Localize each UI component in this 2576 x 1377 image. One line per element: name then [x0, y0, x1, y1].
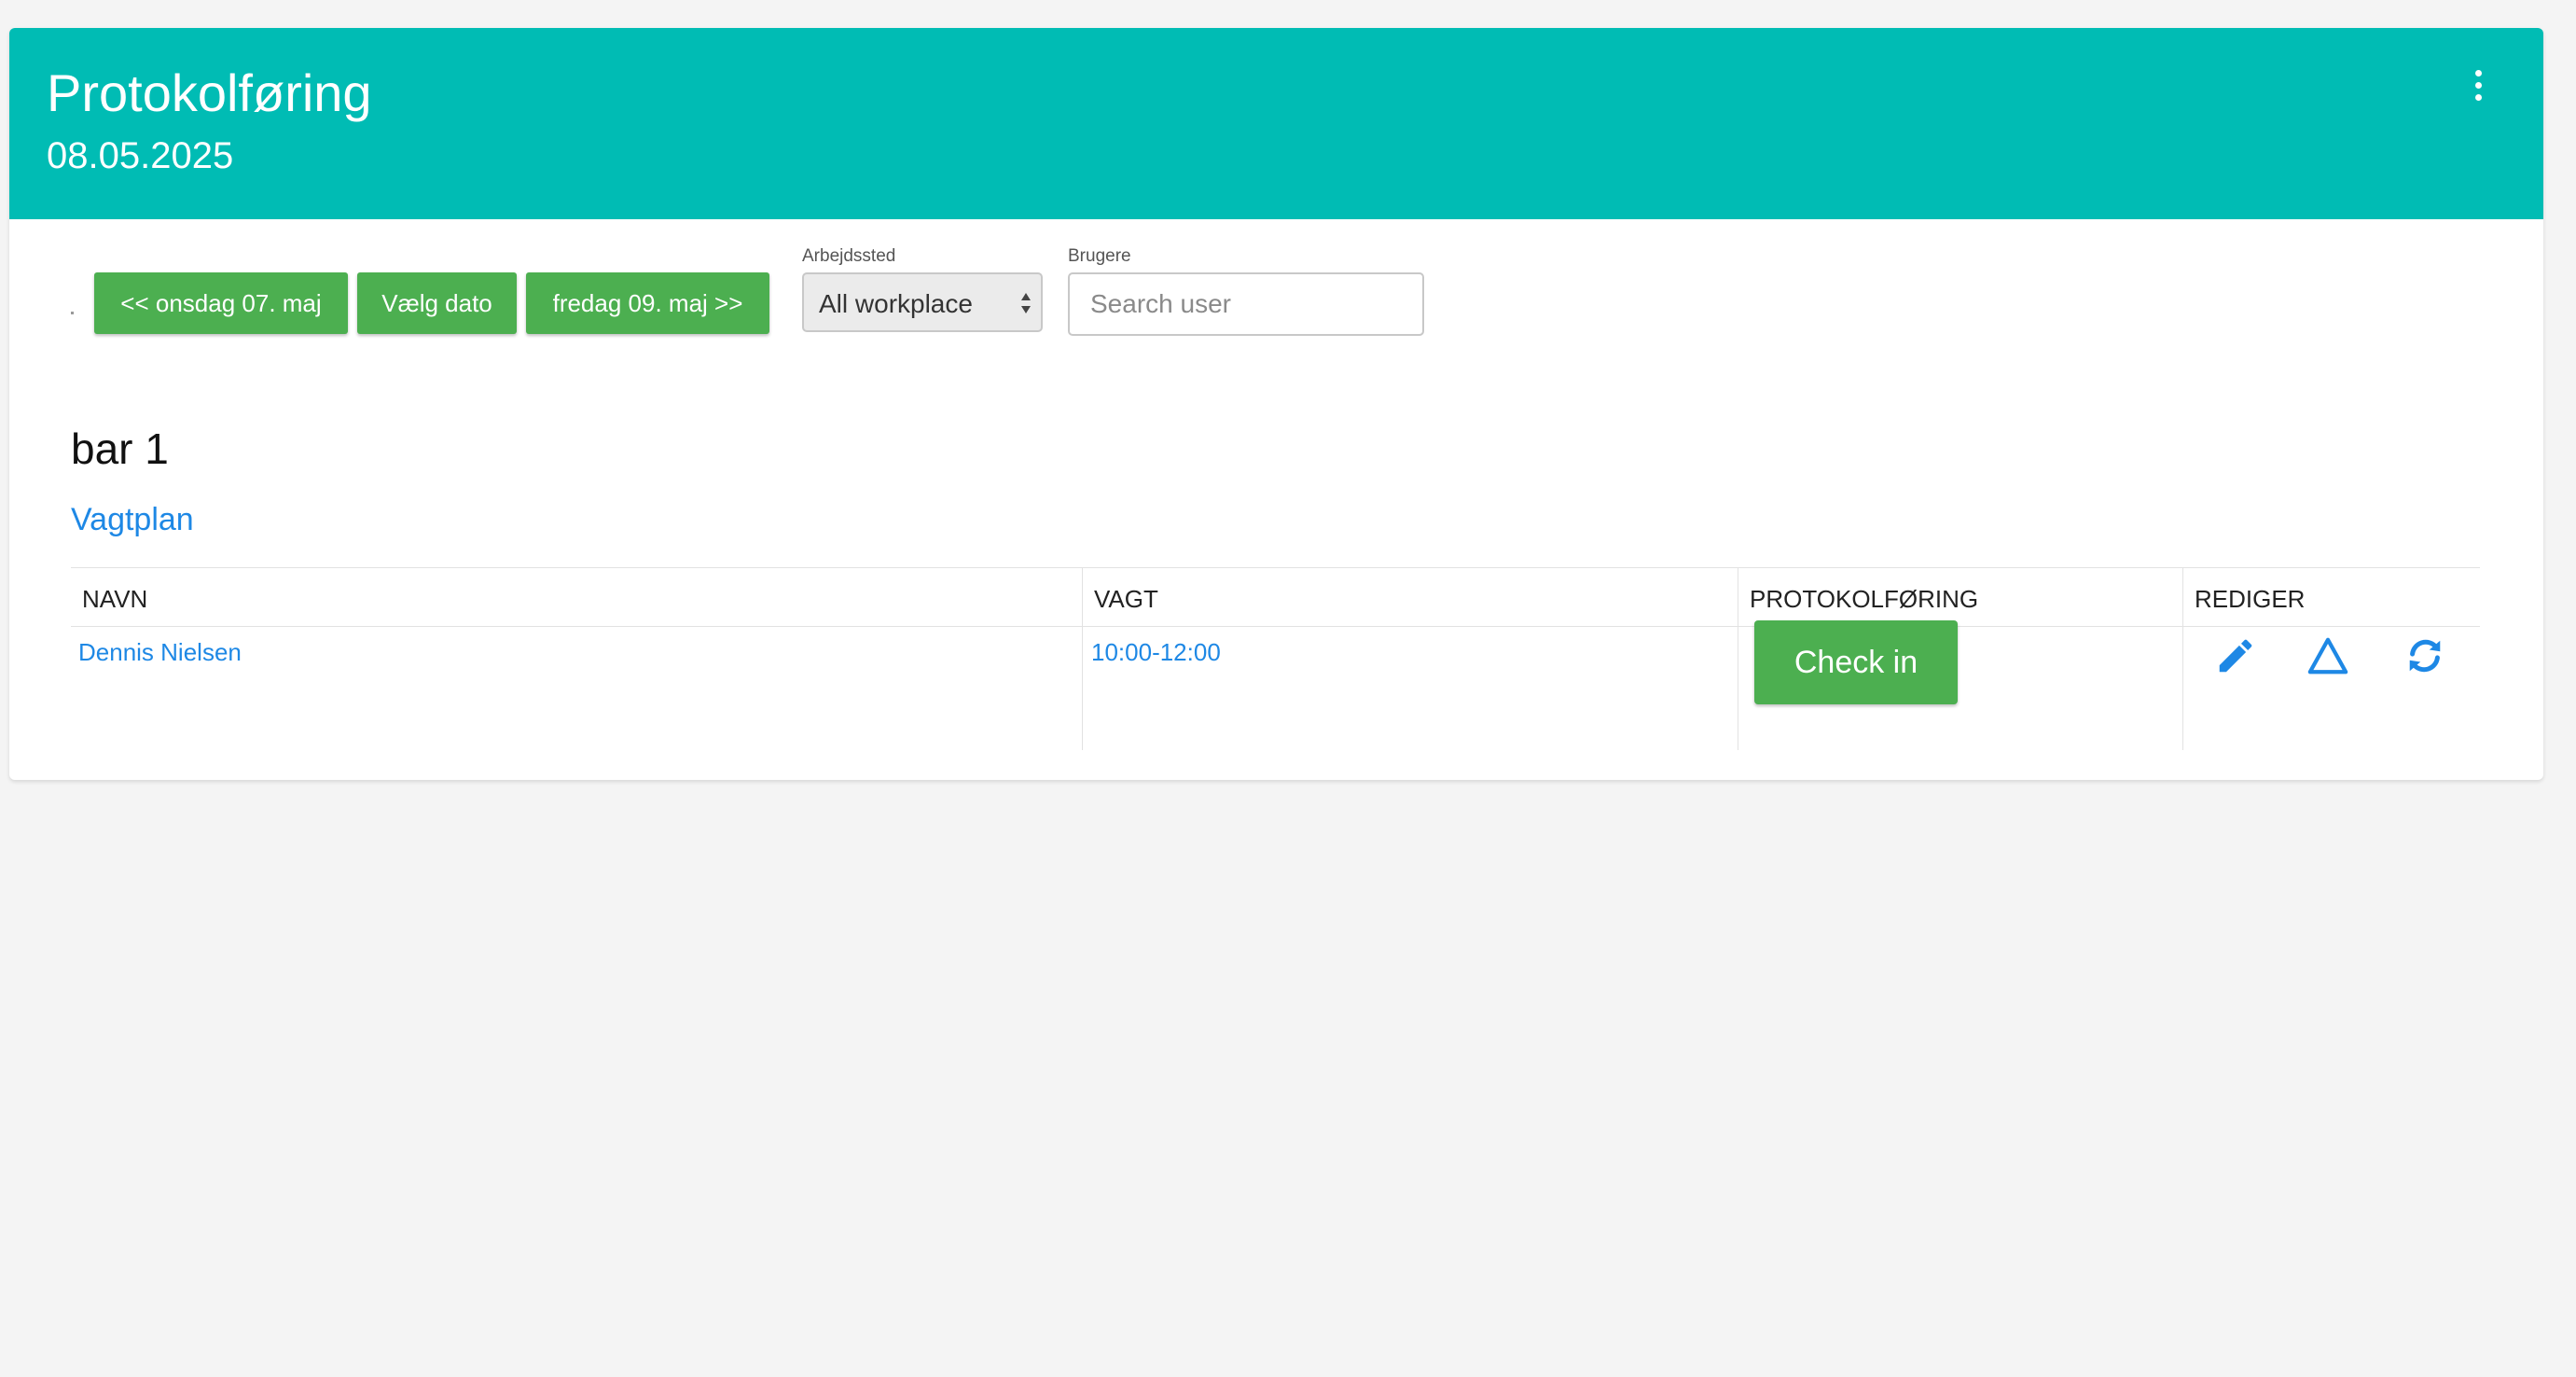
previous-day-button[interactable]: << onsdag 07. maj — [94, 272, 348, 334]
page-date: 08.05.2025 — [47, 135, 234, 176]
more-vertical-icon[interactable] — [2467, 70, 2489, 107]
divider-dot — [71, 312, 74, 314]
warning-triangle-icon[interactable] — [2306, 634, 2349, 677]
table-column-divider — [2182, 567, 2183, 750]
sync-icon[interactable] — [2403, 634, 2446, 677]
check-in-button[interactable]: Check in — [1754, 620, 1958, 704]
table-top-border — [71, 567, 2480, 568]
pencil-icon[interactable] — [2214, 634, 2257, 677]
vagtplan-link[interactable]: Vagtplan — [71, 502, 194, 538]
users-label: Brugere — [1068, 246, 1131, 266]
choose-date-button[interactable]: Vælg dato — [357, 272, 517, 334]
workplace-selected-value: All workplace — [819, 289, 973, 318]
table-header-border — [71, 626, 2480, 627]
workplace-label: Arbejdssted — [802, 246, 896, 266]
column-header-vagt: VAGT — [1094, 585, 1158, 613]
section-title: bar 1 — [71, 424, 169, 473]
employee-name-link[interactable]: Dennis Nielsen — [78, 638, 242, 667]
column-header-navn: NAVN — [82, 585, 148, 613]
column-header-protokolforing: PROTOKOLFØRING — [1750, 585, 1979, 613]
shift-time-link[interactable]: 10:00-12:00 — [1091, 638, 1221, 667]
card-header: Protokolføring 08.05.2025 — [9, 28, 2543, 219]
column-header-rediger: REDIGER — [2195, 585, 2306, 613]
next-day-button[interactable]: fredag 09. maj >> — [526, 272, 769, 334]
search-user-input[interactable] — [1068, 272, 1424, 336]
select-arrows-icon — [1021, 293, 1031, 313]
table-column-divider — [1082, 567, 1083, 750]
protocol-card: Protokolføring 08.05.2025 << onsdag 07. … — [9, 28, 2543, 780]
workplace-select[interactable]: All workplace — [802, 272, 1043, 332]
page-title: Protokolføring — [47, 63, 372, 122]
